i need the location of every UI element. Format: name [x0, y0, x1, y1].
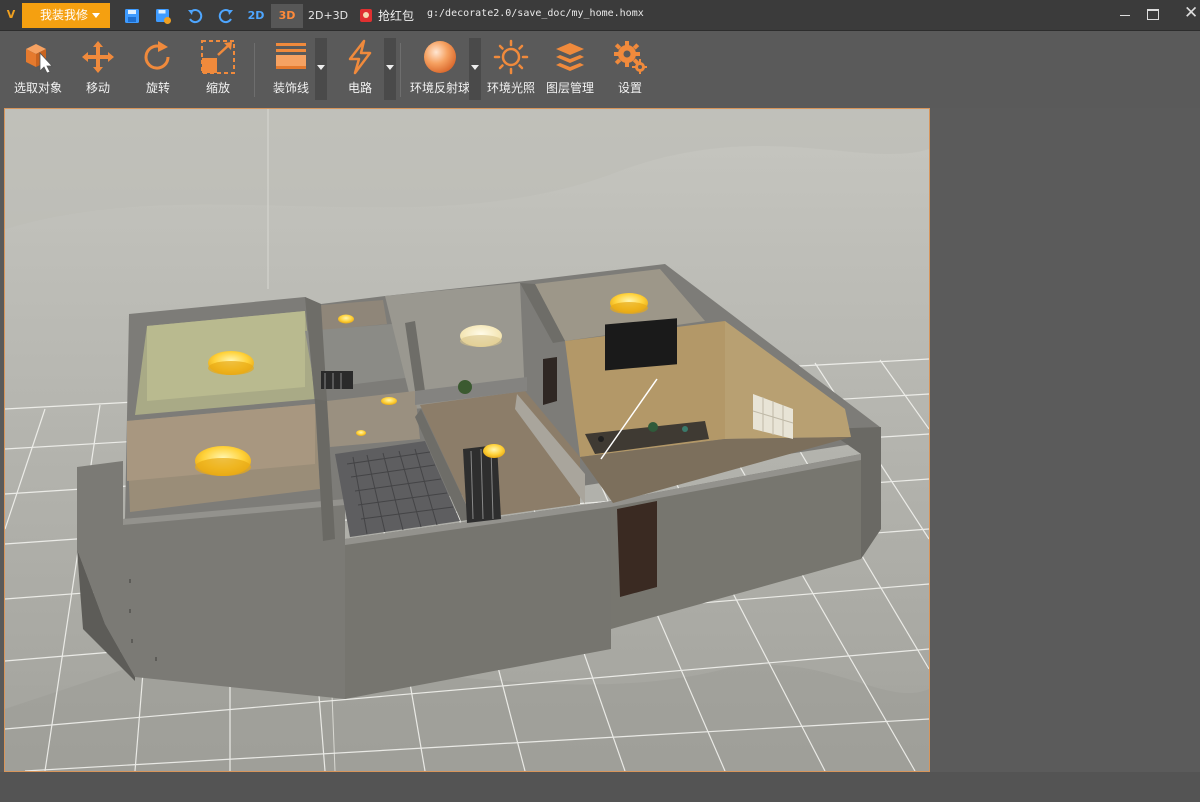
main-menu-button[interactable]: 我装我修 — [22, 3, 110, 28]
scale-tool[interactable]: 缩放 — [196, 39, 240, 101]
env-sphere-label: 环境反射球 — [409, 81, 470, 95]
gear-icon — [614, 41, 647, 74]
molding-tool[interactable]: 装饰线 — [268, 39, 314, 101]
main-toolbar: 选取对象 移动 旋转 缩放 装饰线 电路 环境反射球 环境光照 图层管理 设置 — [0, 31, 1200, 103]
toolbar-separator — [254, 43, 255, 97]
layer-manager-label: 图层管理 — [545, 81, 594, 95]
title-bar: V 我装我修 2D 3D 2D+3D 抢红包 g:/decorate2.0/sa… — [0, 0, 1200, 31]
select-object-label: 选取对象 — [13, 81, 62, 95]
sphere-icon — [424, 41, 456, 73]
move-label: 移动 — [85, 81, 110, 95]
layer-manager-tool[interactable]: 图层管理 — [544, 39, 596, 101]
toolbar-separator — [400, 43, 401, 97]
right-side-panel — [930, 108, 1200, 772]
save-icon — [125, 9, 139, 23]
circuit-label: 电路 — [347, 81, 372, 95]
redo-button[interactable] — [217, 7, 235, 25]
move-icon — [82, 41, 114, 73]
app-logo: V — [6, 8, 16, 21]
close-button[interactable]: ✕ — [1172, 0, 1200, 30]
red-packet-icon — [360, 9, 372, 22]
red-packet-label: 抢红包 — [378, 9, 415, 23]
file-path: g:/decorate2.0/save_doc/my_home.homx — [427, 8, 644, 19]
rotate-label: 旋转 — [145, 81, 170, 95]
save-as-button[interactable] — [154, 7, 172, 25]
settings-label: 设置 — [617, 81, 642, 95]
rotate-tool[interactable]: 旋转 — [136, 39, 180, 101]
select-object-icon — [26, 44, 53, 74]
3d-scene — [5, 109, 929, 771]
lightning-icon — [348, 39, 372, 75]
env-sphere-dropdown[interactable] — [469, 38, 481, 100]
layers-icon — [556, 43, 584, 71]
mode-2d3d-button[interactable]: 2D+3D — [308, 4, 348, 28]
scale-label: 缩放 — [205, 81, 230, 95]
undo-icon — [188, 9, 203, 24]
select-object-tool[interactable]: 选取对象 — [10, 39, 66, 101]
save-button[interactable] — [123, 7, 141, 25]
maximize-button[interactable] — [1140, 0, 1176, 30]
circuit-dropdown[interactable] — [384, 38, 396, 100]
molding-dropdown[interactable] — [315, 38, 327, 100]
save-as-icon — [156, 9, 171, 24]
close-icon: ✕ — [1184, 3, 1199, 23]
molding-icon — [276, 43, 306, 69]
move-tool[interactable]: 移动 — [76, 39, 120, 101]
rotate-icon — [144, 41, 170, 70]
minimize-button[interactable] — [1108, 0, 1144, 30]
chevron-down-icon — [92, 13, 100, 18]
circuit-tool[interactable]: 电路 — [338, 39, 382, 101]
mode-2d-button[interactable]: 2D — [244, 4, 268, 28]
3d-viewport[interactable] — [4, 108, 930, 772]
env-light-label: 环境光照 — [486, 81, 535, 95]
mode-3d-button[interactable]: 3D — [271, 4, 303, 28]
settings-tool[interactable]: 设置 — [608, 39, 652, 101]
undo-button[interactable] — [186, 7, 204, 25]
main-menu-label: 我装我修 — [40, 8, 89, 22]
molding-label: 装饰线 — [272, 81, 309, 95]
sun-icon — [493, 39, 529, 75]
env-reflection-sphere-tool[interactable]: 环境反射球 — [408, 39, 472, 101]
status-bar — [0, 772, 1200, 802]
env-light-tool[interactable]: 环境光照 — [485, 39, 537, 101]
redo-icon — [218, 9, 233, 24]
scale-icon — [201, 40, 235, 74]
